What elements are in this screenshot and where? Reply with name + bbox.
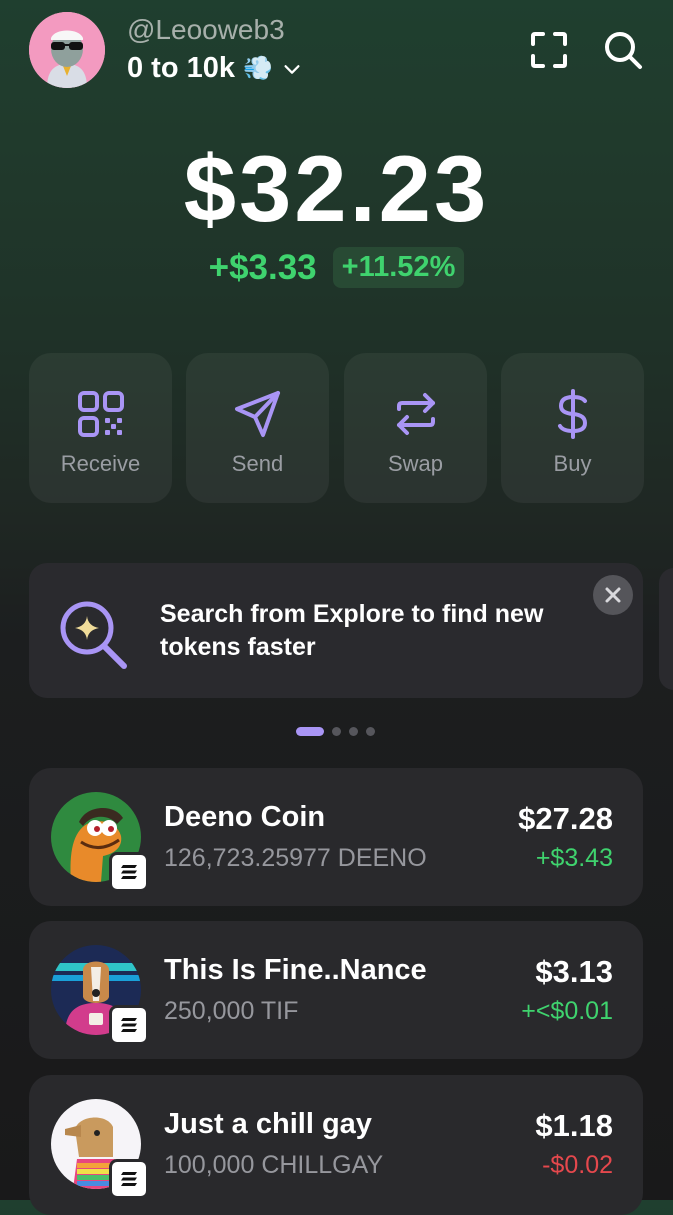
close-icon	[605, 587, 621, 603]
carousel-dot-active[interactable]	[296, 727, 324, 736]
token-change: +$3.43	[535, 844, 613, 872]
dollar-icon	[557, 389, 587, 439]
solana-badge-icon	[109, 1159, 149, 1199]
carousel-dot[interactable]	[349, 727, 358, 736]
carousel-dot[interactable]	[366, 727, 375, 736]
token-change: -$0.02	[542, 1151, 613, 1179]
buy-label: Buy	[553, 451, 592, 476]
wallet-name: 0 to 10k	[127, 52, 235, 84]
avatar-image	[29, 12, 105, 88]
search-icon	[605, 32, 642, 69]
total-balance: $32.23	[183, 136, 490, 241]
receive-label: Receive	[60, 451, 141, 476]
balance-change: +$3.33 +11.52%	[0, 247, 673, 288]
receive-button[interactable]: Receive	[29, 353, 172, 503]
solana-badge-icon	[109, 1005, 149, 1045]
send-icon	[234, 391, 280, 437]
carousel-pagination	[296, 727, 375, 736]
swap-icon	[396, 393, 435, 435]
search-button[interactable]	[601, 28, 645, 72]
wallet-emoji: 💨	[243, 55, 273, 82]
token-value: $1.18	[535, 1108, 613, 1143]
carousel-dot[interactable]	[332, 727, 341, 736]
banner-text: Search from Explore to find new tokens f…	[160, 600, 544, 661]
swap-button[interactable]: Swap	[344, 353, 487, 503]
token-name: This Is Fine..Nance	[164, 954, 427, 986]
send-button[interactable]: Send	[186, 353, 329, 503]
buy-button[interactable]: Buy	[501, 353, 644, 503]
token-amount: 250,000 TIF	[164, 997, 299, 1025]
token-amount: 126,723.25977 DEENO	[164, 844, 427, 872]
avatar[interactable]	[29, 12, 105, 88]
token-amount: 100,000 CHILLGAY	[164, 1151, 384, 1179]
token-value: $3.13	[535, 954, 613, 989]
search-sparkle-icon	[52, 593, 132, 673]
token-value: $27.28	[518, 801, 613, 836]
token-change: +<$0.01	[521, 997, 613, 1025]
token-row-tif[interactable]: This Is Fine..Nance 250,000 TIF $3.13 +<…	[29, 921, 643, 1059]
scan-button[interactable]	[527, 28, 571, 72]
token-name: Deeno Coin	[164, 801, 326, 833]
scan-icon	[531, 32, 567, 68]
chevron-down-icon	[284, 64, 300, 74]
token-row-deeno[interactable]: Deeno Coin 126,723.25977 DEENO $27.28 +$…	[29, 768, 643, 906]
send-label: Send	[231, 451, 284, 476]
change-percent-badge: +11.52%	[332, 247, 465, 288]
swap-label: Swap	[387, 451, 444, 476]
wallet-selector[interactable]: 0 to 10k 💨	[127, 52, 303, 85]
qr-code-icon	[77, 391, 124, 437]
token-name: Just a chill gay	[164, 1108, 372, 1140]
change-amount: +$3.33	[208, 247, 317, 287]
banner-close-button[interactable]	[593, 575, 633, 615]
next-banner-peek[interactable]	[659, 568, 673, 690]
username: @Leooweb3	[127, 14, 285, 45]
token-row-chillgay[interactable]: Just a chill gay 100,000 CHILLGAY $1.18 …	[29, 1075, 643, 1215]
solana-badge-icon	[109, 852, 149, 892]
